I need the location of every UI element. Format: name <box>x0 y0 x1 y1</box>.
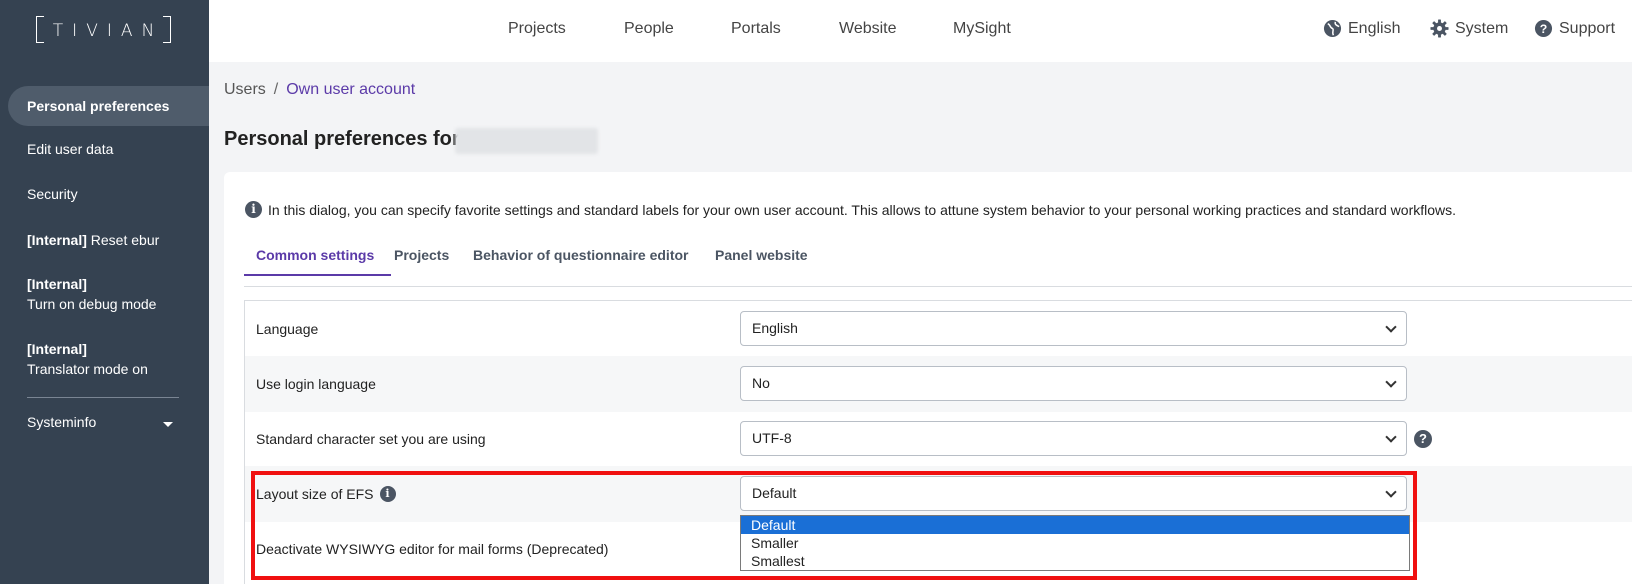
language-label: English <box>1348 19 1401 37</box>
tab-questionnaire-editor[interactable]: Behavior of questionnaire editor <box>473 247 688 263</box>
tab-panel-website[interactable]: Panel website <box>715 247 808 263</box>
language-select[interactable]: English <box>740 311 1407 346</box>
sidebar-item-label: Personal preferences <box>27 98 170 114</box>
sidebar-divider <box>27 397 179 398</box>
setting-row-language: Language English <box>245 301 1632 357</box>
setting-label: Use login language <box>256 376 376 392</box>
setting-label: Language <box>256 321 319 337</box>
setting-row-character-set: Standard character set you are using UTF… <box>245 411 1632 467</box>
topnav-mysight[interactable]: MySight <box>953 20 1011 38</box>
support-menu[interactable]: ? Support <box>1534 19 1615 38</box>
chevron-down-icon <box>1385 431 1397 443</box>
support-label: Support <box>1559 19 1616 37</box>
sidebar-item-label: Edit user data <box>27 141 114 157</box>
select-value: English <box>752 320 798 336</box>
language-menu[interactable]: English <box>1323 19 1400 38</box>
info-icon: i <box>245 201 262 218</box>
system-menu[interactable]: System <box>1430 19 1508 38</box>
caret-down-icon <box>163 422 173 427</box>
topnav-people[interactable]: People <box>624 20 674 38</box>
info-message: i In this dialog, you can specify favori… <box>245 201 1456 218</box>
redacted-user-name <box>455 128 598 154</box>
breadcrumb-users[interactable]: Users <box>224 81 266 98</box>
active-tab-indicator <box>244 274 391 276</box>
sidebar-item-edit-user-data[interactable]: Edit user data <box>8 141 209 157</box>
top-navigation-bar: Projects People Portals Website MySight … <box>209 0 1632 62</box>
character-set-select[interactable]: UTF-8 <box>740 421 1407 456</box>
use-login-language-select[interactable]: No <box>740 366 1407 401</box>
sidebar-item-prefix: [Internal] <box>27 232 87 248</box>
sidebar-item-security[interactable]: Security <box>8 186 209 202</box>
tab-common-settings[interactable]: Common settings <box>256 247 374 263</box>
setting-label: Standard character set you are using <box>256 431 486 447</box>
page-title: Personal preferences for <box>224 128 460 150</box>
sidebar-item-label: Security <box>27 186 78 202</box>
breadcrumb: Users / Own user account <box>224 81 415 99</box>
sidebar: TIVIAN Personal preferences Edit user da… <box>0 0 209 584</box>
red-highlight-box <box>251 471 1417 580</box>
chevron-down-icon <box>1385 321 1397 333</box>
system-label: System <box>1455 19 1509 37</box>
tivian-logo[interactable]: TIVIAN <box>36 16 171 43</box>
tabs-divider <box>244 286 1632 287</box>
sidebar-item-label: Turn on debug mode <box>27 296 157 312</box>
topnav-portals[interactable]: Portals <box>731 20 781 38</box>
globe-icon <box>1323 19 1342 38</box>
sidebar-item-label: Systeminfo <box>27 414 97 430</box>
tab-projects[interactable]: Projects <box>394 247 449 263</box>
sidebar-item-prefix: [Internal] <box>27 276 87 292</box>
sidebar-item-systeminfo[interactable]: Systeminfo <box>8 414 209 430</box>
info-text: In this dialog, you can specify favorite… <box>268 201 1457 218</box>
sidebar-item-label: Reset ebur <box>90 232 160 248</box>
setting-row-use-login-language: Use login language No <box>245 356 1632 412</box>
select-value: No <box>752 375 770 391</box>
gear-icon <box>1430 19 1449 38</box>
sidebar-item-reset-ebur[interactable]: [Internal] Reset ebur <box>8 230 209 250</box>
select-value: UTF-8 <box>752 430 792 446</box>
sidebar-item-label: Translator mode on <box>27 361 148 377</box>
sidebar-item-debug-mode[interactable]: [Internal] Turn on debug mode <box>8 274 209 314</box>
sidebar-item-personal-preferences[interactable]: Personal preferences <box>8 86 209 126</box>
topnav-website[interactable]: Website <box>839 20 897 38</box>
svg-text:?: ? <box>1540 22 1548 36</box>
question-circle-icon: ? <box>1534 19 1553 38</box>
sidebar-item-translator-mode[interactable]: [Internal] Translator mode on <box>8 339 209 379</box>
help-icon[interactable]: ? <box>1414 430 1432 448</box>
logo-text: TIVIAN <box>52 21 164 41</box>
chevron-down-icon <box>1385 376 1397 388</box>
sidebar-item-prefix: [Internal] <box>27 341 87 357</box>
logo-right-bracket <box>163 16 171 43</box>
breadcrumb-own-user-account[interactable]: Own user account <box>286 81 415 98</box>
breadcrumb-separator: / <box>273 81 279 98</box>
topnav-projects[interactable]: Projects <box>508 20 566 38</box>
